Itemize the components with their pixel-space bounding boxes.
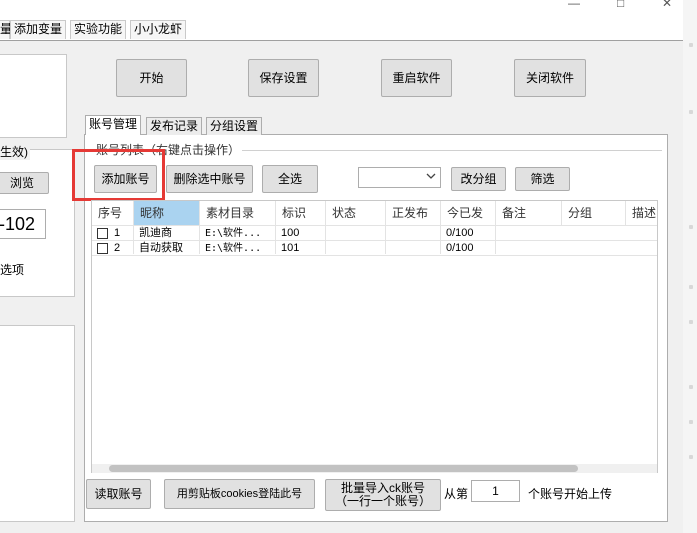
row-nickname: 自动获取 xyxy=(139,242,183,254)
effect-label: 生效) xyxy=(0,143,30,160)
tab-group-settings[interactable]: 分组设置 xyxy=(206,117,263,135)
right-edge-strip xyxy=(683,0,697,533)
col-index[interactable]: 序号 xyxy=(92,201,134,225)
filter-button[interactable]: 筛选 xyxy=(515,167,570,191)
minimize-icon[interactable]: — xyxy=(568,0,580,10)
col-identifier[interactable]: 标识 xyxy=(276,201,326,225)
chevron-down-icon xyxy=(426,171,436,184)
row-description xyxy=(626,241,657,256)
col-group[interactable]: 分组 xyxy=(562,201,626,225)
menu-item-add-variable[interactable]: 添加变量 xyxy=(10,20,67,39)
start-upload-label: 个账号开始上传 xyxy=(528,487,613,501)
row-index: 1 xyxy=(114,227,121,239)
menu-item-experimental[interactable]: 实验功能 xyxy=(70,20,127,39)
col-note[interactable]: 备注 xyxy=(496,201,562,225)
start-index-input[interactable]: 1 xyxy=(471,480,520,502)
row-sent-today: 0/100 xyxy=(446,227,474,239)
start-button[interactable]: 开始 xyxy=(116,59,187,97)
option-label: 选项 xyxy=(0,263,25,277)
row-group xyxy=(562,241,626,256)
row-identifier: 101 xyxy=(281,242,300,254)
edge-mark xyxy=(689,455,693,459)
col-publishing[interactable]: 正发布 xyxy=(386,201,441,225)
restart-button[interactable]: 重启软件 xyxy=(381,59,452,97)
value-text: 102 xyxy=(4,213,35,234)
edge-mark xyxy=(689,285,693,289)
from-label: 从第 xyxy=(444,487,469,501)
edge-mark xyxy=(689,43,693,47)
row-sent-today: 0/100 xyxy=(446,242,474,254)
edge-mark xyxy=(689,320,693,324)
account-list[interactable]: 序号 昵称 素材目录 标识 状态 正发布 今已发 备注 分组 描述 1 凯迪商 … xyxy=(91,200,658,473)
menu-item-variables[interactable]: 量 xyxy=(0,20,12,39)
row-checkbox[interactable] xyxy=(97,228,108,239)
row-description xyxy=(626,226,657,241)
row-nickname: 凯迪商 xyxy=(139,227,172,239)
edge-mark xyxy=(689,110,693,114)
scrollbar-thumb[interactable] xyxy=(109,465,578,472)
row-group xyxy=(562,226,626,241)
row-status xyxy=(326,226,386,241)
row-index: 2 xyxy=(114,242,121,254)
row-note xyxy=(496,226,562,241)
edge-mark xyxy=(689,420,693,424)
highlight-box xyxy=(72,149,165,201)
group-select[interactable] xyxy=(358,167,441,188)
bulk-import-line2: （一行一个账号） xyxy=(334,494,431,508)
row-status xyxy=(326,241,386,256)
close-icon[interactable]: ✕ xyxy=(662,0,672,10)
tab-account-management[interactable]: 账号管理 xyxy=(85,115,142,135)
row-material-dir: E:\软件... xyxy=(205,228,262,239)
horizontal-scrollbar[interactable] xyxy=(92,464,657,473)
bulk-import-button[interactable]: 批量导入ck账号 （一行一个账号） xyxy=(325,479,441,511)
value-field[interactable]: -102 xyxy=(0,209,46,239)
col-material-dir[interactable]: 素材目录 xyxy=(200,201,276,225)
change-group-button[interactable]: 改分组 xyxy=(451,167,506,191)
maximize-icon[interactable]: □ xyxy=(617,0,624,10)
clipboard-cookies-login-button[interactable]: 用剪贴板cookies登陆此号 xyxy=(164,479,315,509)
edge-mark xyxy=(689,385,693,389)
row-identifier: 100 xyxy=(281,227,300,239)
read-account-button[interactable]: 读取账号 xyxy=(86,479,151,509)
save-settings-button[interactable]: 保存设置 xyxy=(248,59,319,97)
tab-publish-records[interactable]: 发布记录 xyxy=(146,117,203,135)
browse-button[interactable]: 浏览 xyxy=(0,172,49,194)
menu-bar: 量 添加变量 实验功能 小小龙虾 — □ ✕ xyxy=(0,0,697,40)
row-checkbox[interactable] xyxy=(97,243,108,254)
col-status[interactable]: 状态 xyxy=(326,201,386,225)
row-note xyxy=(496,241,562,256)
menu-item-xiaoxiao-longxia[interactable]: 小小龙虾 xyxy=(130,20,187,39)
select-all-button[interactable]: 全选 xyxy=(262,165,318,193)
row-publishing xyxy=(386,226,441,241)
edge-mark xyxy=(689,225,693,229)
delete-selected-button[interactable]: 删除选中账号 xyxy=(166,165,253,193)
left-panel-top xyxy=(0,54,67,138)
row-material-dir: E:\软件... xyxy=(205,243,262,254)
col-nickname[interactable]: 昵称 xyxy=(134,201,200,225)
close-software-button[interactable]: 关闭软件 xyxy=(514,59,586,97)
col-description[interactable]: 描述 xyxy=(626,201,657,225)
left-panel-bottom xyxy=(0,325,75,522)
row-publishing xyxy=(386,241,441,256)
col-sent-today[interactable]: 今已发 xyxy=(441,201,496,225)
